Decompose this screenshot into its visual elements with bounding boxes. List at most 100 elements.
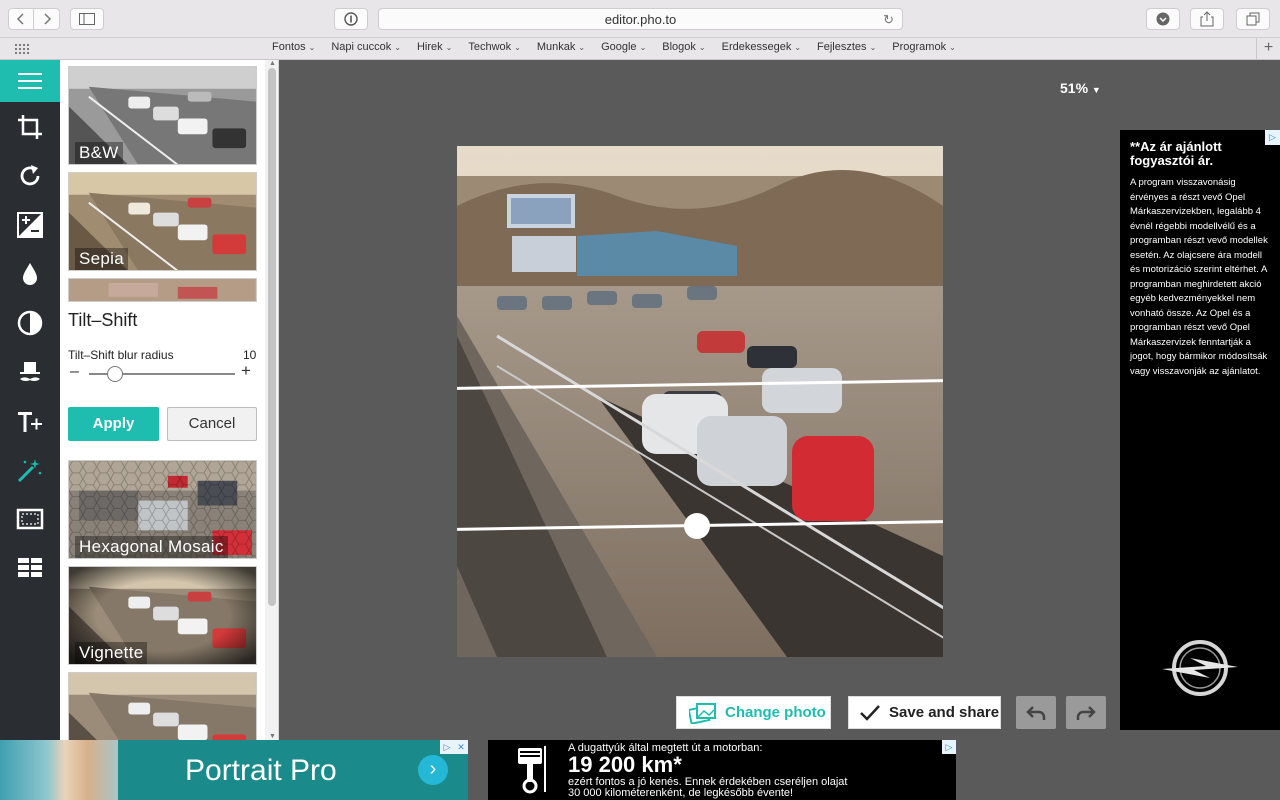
redo-button[interactable] <box>1066 696 1106 729</box>
bookmark-folder[interactable]: Google ⌄ <box>593 41 654 53</box>
filter-thumb-bw[interactable]: B&W <box>68 66 257 165</box>
reload-icon[interactable]: ↻ <box>883 12 894 28</box>
magic-wand-icon <box>17 458 42 482</box>
chevron-right-icon[interactable]: › <box>418 755 448 785</box>
rail-rotate[interactable] <box>0 151 60 200</box>
bookmark-folder[interactable]: Munkak ⌄ <box>529 41 593 53</box>
rail-retouch[interactable] <box>0 347 60 396</box>
tab-overview-button[interactable] <box>1236 8 1270 30</box>
rail-text[interactable] <box>0 396 60 445</box>
download-icon <box>1156 12 1170 26</box>
chevron-down-icon: ⌄ <box>308 42 316 52</box>
filter-thumb-sepia[interactable]: Sepia <box>68 172 257 271</box>
bookmark-folder[interactable]: Fejlesztes ⌄ <box>809 41 884 53</box>
brick-icon <box>18 557 42 577</box>
rail-frames[interactable] <box>0 494 60 543</box>
panel-scrollbar[interactable]: ▲ ▼ <box>265 60 278 740</box>
zoom-dropdown[interactable]: 51% ▼ <box>1060 80 1101 96</box>
rotate-icon <box>20 164 40 185</box>
history-buttons <box>8 8 60 30</box>
bookmark-folder[interactable]: Blogok ⌄ <box>654 41 713 53</box>
privacy-report-button[interactable] <box>334 8 368 30</box>
bookmark-label: Programok <box>892 41 947 53</box>
forward-button[interactable] <box>34 8 60 30</box>
browser-toolbar: editor.pho.to ↻ <box>0 0 1280 38</box>
bookmark-folder[interactable]: Fontos ⌄ <box>264 41 323 53</box>
bookmark-list: Fontos ⌄ Napi cuccok ⌄ Hirek ⌄ Techwok ⌄ Munkak ⌄… <box>264 41 964 53</box>
bookmark-label: Napi cuccok <box>331 41 392 53</box>
change-photo-label: Change photo <box>725 704 826 721</box>
hat-mustache-icon <box>20 361 40 381</box>
ad-headline-number: 19 200 km* <box>568 752 682 777</box>
filter-thumb-vignette[interactable]: Vignette <box>68 566 257 665</box>
bookmark-label: Munkak <box>536 41 576 53</box>
close-ad-icon[interactable]: ✕ <box>454 740 468 754</box>
adchoices-icon[interactable]: ▷ <box>440 740 454 754</box>
adchoices-icon[interactable]: ▷ <box>1265 130 1280 145</box>
bookmark-folder[interactable]: Programok ⌄ <box>884 41 964 53</box>
chevron-down-icon: ⌄ <box>578 42 586 52</box>
undo-button[interactable] <box>1016 696 1056 729</box>
filter-label: Vignette <box>75 642 148 664</box>
tool-rail <box>0 60 60 740</box>
rail-contrast[interactable] <box>0 298 60 347</box>
right-column-spacer <box>1120 60 1280 130</box>
engine-oil-ad[interactable]: A dugattyúk által megtett út a motorban:… <box>488 740 956 800</box>
chevron-down-icon: ⌄ <box>394 42 401 52</box>
blur-increase-button[interactable]: + <box>241 361 251 381</box>
filter-thumb-next[interactable] <box>68 672 257 740</box>
blur-decrease-button[interactable]: – <box>70 363 79 381</box>
ad-line-3: 30 000 kilométerenként, de legkésőbb éve… <box>568 787 794 799</box>
bookmark-folder[interactable]: Techwok ⌄ <box>460 41 529 53</box>
filter-label: Sepia <box>75 248 128 270</box>
ad-portrait-image <box>0 740 118 800</box>
editor-canvas: 51% ▼ Change photo Save and share <box>280 60 1120 740</box>
opel-ad[interactable]: ▷ **Az ár ajánlott fogyasztói ár. A prog… <box>1120 130 1280 730</box>
sidebar-toggle-button[interactable] <box>70 8 104 30</box>
scroll-down-arrow[interactable]: ▼ <box>269 733 276 740</box>
drop-icon <box>23 262 37 285</box>
rail-menu[interactable] <box>0 60 60 102</box>
bookmark-folder[interactable]: Napi cuccok ⌄ <box>323 41 409 53</box>
rail-exposure[interactable] <box>0 200 60 249</box>
back-button[interactable] <box>8 8 34 30</box>
rail-color[interactable] <box>0 249 60 298</box>
filter-thumb-tiltshift[interactable] <box>68 278 257 302</box>
piston-icon <box>518 746 546 794</box>
bookmark-folder[interactable]: Hirek ⌄ <box>409 41 460 53</box>
new-tab-button[interactable]: + <box>1256 38 1280 60</box>
photo-image <box>457 146 943 657</box>
info-icon <box>344 12 358 26</box>
blur-slider-knob[interactable] <box>107 366 124 382</box>
rail-effects[interactable] <box>0 445 60 494</box>
chevron-down-icon: ⌄ <box>794 42 802 52</box>
apply-button[interactable]: Apply <box>68 407 159 441</box>
bookmark-label: Techwok <box>468 41 512 53</box>
address-bar[interactable]: editor.pho.to ↻ <box>378 8 903 30</box>
photo-preview[interactable] <box>457 146 943 657</box>
change-photo-button[interactable]: Change photo <box>676 696 831 729</box>
portrait-pro-ad[interactable]: Portrait Pro › ▷ ✕ <box>0 740 468 800</box>
apps-grid-icon[interactable] <box>14 43 30 55</box>
blur-radius-label: Tilt–Shift blur radius <box>68 348 174 362</box>
exposure-icon <box>17 211 43 238</box>
caret-down-icon: ▼ <box>1091 85 1101 95</box>
bookmark-folder[interactable]: Erdekessegek ⌄ <box>714 41 809 53</box>
portrait-pro-title: Portrait Pro <box>185 754 337 787</box>
filter-thumb-hexagonal[interactable]: Hexagonal Mosaic <box>68 460 257 559</box>
scroll-up-arrow[interactable]: ▲ <box>269 60 276 67</box>
rail-textures[interactable] <box>0 543 60 592</box>
downloads-button[interactable] <box>1146 8 1180 30</box>
rail-crop[interactable] <box>0 102 60 151</box>
save-and-share-button[interactable]: Save and share <box>848 696 1001 729</box>
undo-icon <box>1026 705 1046 720</box>
contrast-icon <box>17 310 43 335</box>
scroll-thumb[interactable] <box>268 68 276 606</box>
cancel-button[interactable]: Cancel <box>167 407 257 441</box>
share-button[interactable] <box>1190 8 1224 30</box>
ad-heading: **Az ár ajánlott fogyasztói ár. <box>1130 139 1222 168</box>
crop-icon <box>18 114 42 139</box>
adchoices-icon[interactable]: ▷ <box>942 740 956 754</box>
tilt-rotate-handle[interactable] <box>684 513 710 539</box>
save-share-label: Save and share <box>889 704 1000 721</box>
